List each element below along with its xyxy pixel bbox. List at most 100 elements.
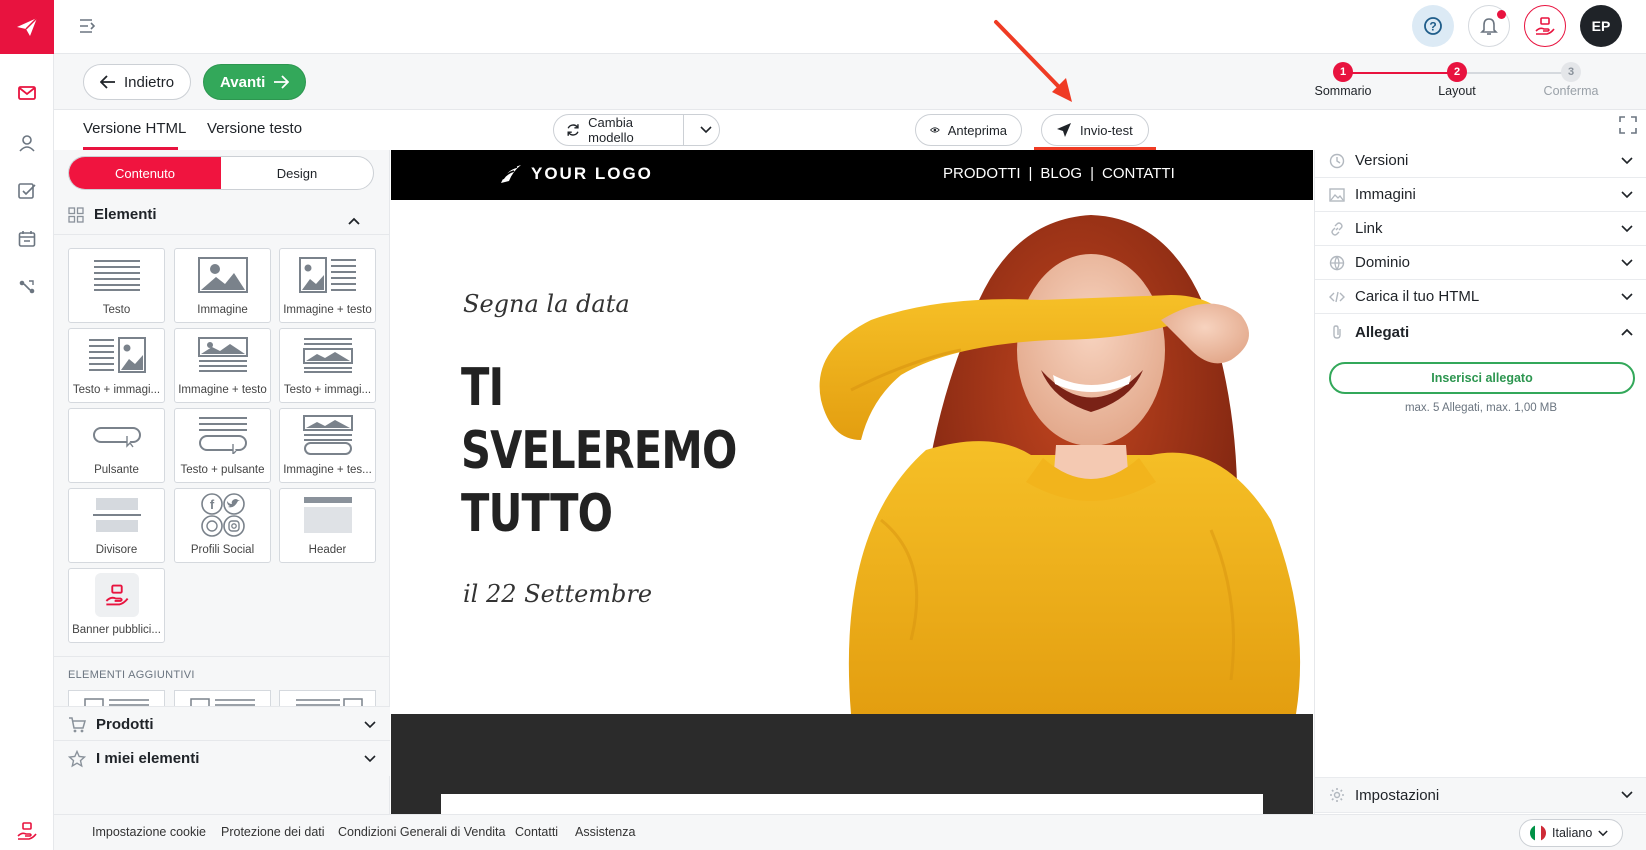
my-elements-section[interactable]: I miei elementi [54,740,390,776]
chevron-down-icon [1621,190,1633,198]
paperclip-icon [1333,325,1341,339]
email-dark-section[interactable] [391,714,1313,814]
accordion-domain[interactable]: Dominio [1315,246,1646,280]
footer-link-privacy[interactable]: Protezione dei dati [221,825,325,839]
element-tile-image-text[interactable]: Immagine + testo [279,248,376,323]
tile-label: Testo + immagi... [283,384,372,396]
accordion-images[interactable]: Immagini [1315,178,1646,212]
help-button[interactable]: ? [1412,5,1454,47]
gift-hand-icon[interactable] [14,818,40,844]
tab-html-version[interactable]: Versione HTML [83,120,186,137]
add-attachment-button[interactable]: Inserisci allegato [1329,362,1635,394]
tab-text-version[interactable]: Versione testo [207,120,302,137]
accordion-link[interactable]: Link [1315,212,1646,246]
accordion-attachments[interactable]: Allegati [1315,314,1646,350]
back-label: Indietro [124,73,175,91]
tile-label: Divisore [95,544,138,556]
left-rail [0,0,54,850]
step-2-label: Layout [1438,84,1476,98]
element-tile-text-image-stacked[interactable]: Testo + immagi... [279,328,376,403]
language-label: Italiano [1552,826,1593,840]
notifications-button[interactable] [1468,5,1510,47]
element-tile-text[interactable]: Testo [68,248,165,323]
contacts-icon[interactable] [14,130,40,156]
segment-content[interactable]: Contenuto [69,157,221,189]
language-select[interactable]: Italiano [1519,819,1623,847]
products-section[interactable]: Prodotti [54,706,390,742]
hero-kicker: Segna la data [463,290,630,318]
email-logo: YOUR LOGO [499,163,653,185]
annotation-arrow [994,20,1072,102]
action-bar: Indietro Avanti 1 Sommario 2 Layout 3 Co… [54,54,1646,110]
email-menu-separator: | [1028,165,1033,182]
test-send-button[interactable]: Invio-test [1041,114,1149,146]
step-2[interactable]: 2 Layout [1407,62,1507,98]
chevron-down-icon [1621,224,1633,232]
email-menu-blog[interactable]: BLOG [1040,165,1082,182]
element-tile-partial[interactable] [174,690,271,706]
menu-collapse-icon[interactable] [78,17,96,38]
social-profiles-icon: f [200,489,246,540]
element-tile-image-text-stacked[interactable]: Immagine + testo [174,328,271,403]
step-2-number: 2 [1447,62,1467,82]
divider [54,234,390,235]
element-tile-partial[interactable] [68,690,165,706]
element-tile-social[interactable]: f Profili Social [174,488,271,563]
accordion-upload-html[interactable]: Carica il tuo HTML [1315,280,1646,314]
segment-design[interactable]: Design [221,157,373,189]
app-logo[interactable] [0,0,54,54]
element-tile-header[interactable]: Header [279,488,376,563]
email-header[interactable]: YOUR LOGO PRODOTTI | BLOG | CONTATTI [391,150,1313,200]
chevron-up-icon[interactable] [348,212,360,228]
promo-button[interactable] [1524,5,1566,47]
eye-icon [930,127,940,133]
image-text-block-icon [298,249,357,300]
element-tile-divider[interactable]: Divisore [68,488,165,563]
element-tile-button[interactable]: Pulsante [68,408,165,483]
elements-header[interactable]: Elementi [68,206,157,223]
fullscreen-icon[interactable] [1619,116,1637,137]
automation-icon[interactable] [14,274,40,300]
calendar-icon[interactable] [14,226,40,252]
step-3-number: 3 [1561,62,1581,82]
chevron-down-icon [1621,258,1633,266]
email-hero[interactable]: Segna la data TI SVELEREMO TUTTO il 22 S… [391,200,1313,714]
tile-label: Testo + pulsante [180,464,265,476]
avatar[interactable]: EP [1580,5,1622,47]
checklist-icon[interactable] [14,178,40,204]
hero-date: il 22 Settembre [463,580,653,608]
accordion-versions[interactable]: Versioni [1315,144,1646,178]
email-menu-contacts[interactable]: CONTATTI [1102,165,1175,182]
banner-block-icon [94,569,139,620]
change-template-button[interactable]: Cambia modello [554,115,685,145]
tile-label: Banner pubblici... [72,624,161,636]
footer-link-terms[interactable]: Condizioni Generali di Vendita [338,825,505,839]
next-button[interactable]: Avanti [203,64,307,100]
mail-icon[interactable] [14,80,40,106]
element-tile-image[interactable]: Immagine [174,248,271,323]
element-tile-text-button[interactable]: Testo + pulsante [174,408,271,483]
step-1[interactable]: 1 Sommario [1293,62,1393,98]
footer-link-cookies[interactable]: Impostazione cookie [92,825,206,839]
element-tile-text-image[interactable]: Testo + immagi... [68,328,165,403]
template-dropdown-button[interactable] [692,115,719,145]
element-tile-image-text-button[interactable]: Immagine + tes... [279,408,376,483]
accordion-settings[interactable]: Impostazioni [1315,777,1646,813]
send-icon [1057,123,1071,137]
email-content-block[interactable] [441,794,1263,814]
tile-label: Header [308,544,347,556]
preview-button[interactable]: Anteprima [915,114,1022,146]
element-tile-partial[interactable] [279,690,376,706]
change-template-label: Cambia modello [588,115,634,145]
footer-link-support[interactable]: Assistenza [575,825,635,839]
email-canvas[interactable]: YOUR LOGO PRODOTTI | BLOG | CONTATTI Seg… [391,150,1313,814]
back-button[interactable]: Indietro [83,64,192,100]
footer-link-contacts[interactable]: Contatti [515,825,558,839]
gift-hand-icon [1535,17,1555,35]
element-tile-banner[interactable]: Banner pubblici... [68,568,165,643]
arrow-right-icon [274,75,290,89]
refresh-icon [567,124,579,136]
step-1-label: Sommario [1314,84,1372,98]
elements-title: Elementi [94,206,157,223]
email-menu-products[interactable]: PRODOTTI [943,165,1021,182]
